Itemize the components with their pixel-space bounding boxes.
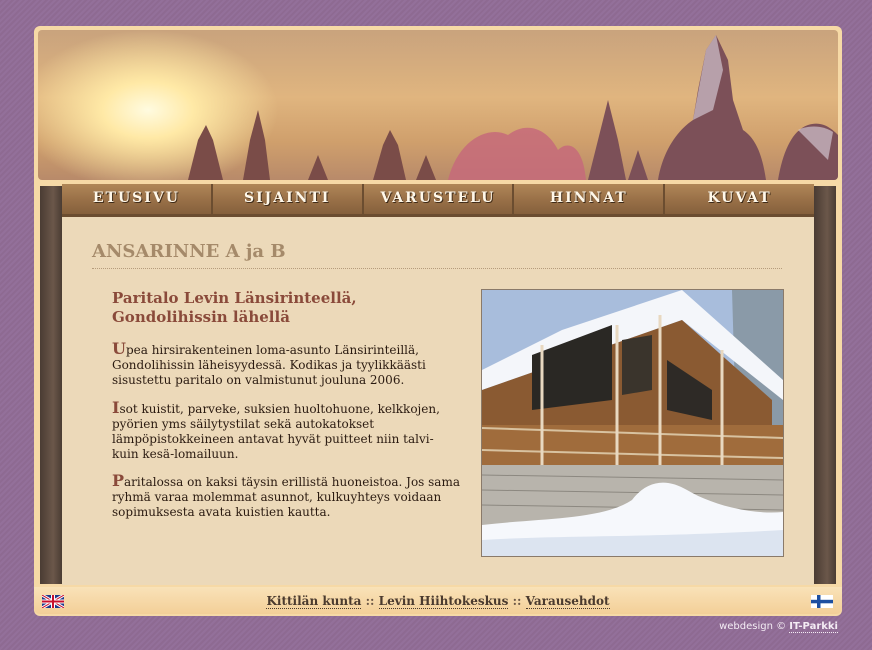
paragraph-text: sot kuistit, parveke, suksien huoltohuon… (112, 402, 440, 461)
title-divider (92, 268, 782, 269)
paragraph-text: pea hirsirakenteinen loma-asunto Länsiri… (112, 343, 426, 387)
credit-prefix: webdesign © (719, 621, 787, 632)
footer-links: Kittilän kunta :: Levin Hiihtokeskus :: … (34, 594, 842, 609)
link-kittila[interactable]: Kittilän kunta (266, 594, 362, 609)
snowy-forest-sunset-image (188, 35, 838, 180)
nav-item-hinnat[interactable]: HINNAT (514, 184, 666, 214)
footer-bar: Kittilän kunta :: Levin Hiihtokeskus :: … (34, 587, 842, 614)
credit-line: webdesign © IT-Parkki (719, 621, 838, 633)
main-nav: ETUSIVU SIJAINTI VARUSTELU HINNAT KUVAT (62, 184, 814, 217)
link-separator: :: (365, 594, 375, 608)
drop-cap: P (112, 471, 125, 490)
link-separator: :: (512, 594, 522, 608)
right-pillar (814, 186, 836, 584)
page-title: ANSARINNE A ja B (92, 241, 286, 262)
intro-paragraph: Upea hirsirakenteinen loma-asunto Länsir… (112, 341, 462, 388)
link-levi[interactable]: Levin Hiihtokeskus (378, 594, 509, 609)
features-paragraph: Isot kuistit, parveke, suksien huoltohuo… (112, 400, 462, 462)
header-banner (38, 30, 838, 180)
credit-link[interactable]: IT-Parkki (789, 621, 838, 633)
content-area: ANSARINNE A ja B Paritalo Levin Länsirin… (62, 217, 814, 585)
nav-item-kuvat[interactable]: KUVAT (665, 184, 814, 214)
house-photo (481, 289, 784, 557)
log-house-winter-image (482, 290, 783, 556)
page-subtitle: Paritalo Levin Länsirinteellä, Gondolihi… (112, 289, 357, 326)
layout-paragraph: Paritalossa on kaksi täysin erillistä hu… (112, 473, 462, 520)
nav-item-varustelu[interactable]: VARUSTELU (364, 184, 515, 214)
left-pillar (40, 186, 62, 584)
drop-cap: U (112, 339, 126, 358)
link-varausehdot[interactable]: Varausehdot (525, 594, 610, 609)
nav-item-sijainti[interactable]: SIJAINTI (213, 184, 364, 214)
paragraph-text: aritalossa on kaksi täysin erillistä huo… (112, 475, 460, 519)
finnish-flag-icon[interactable] (811, 595, 833, 608)
nav-item-etusivu[interactable]: ETUSIVU (62, 184, 213, 214)
